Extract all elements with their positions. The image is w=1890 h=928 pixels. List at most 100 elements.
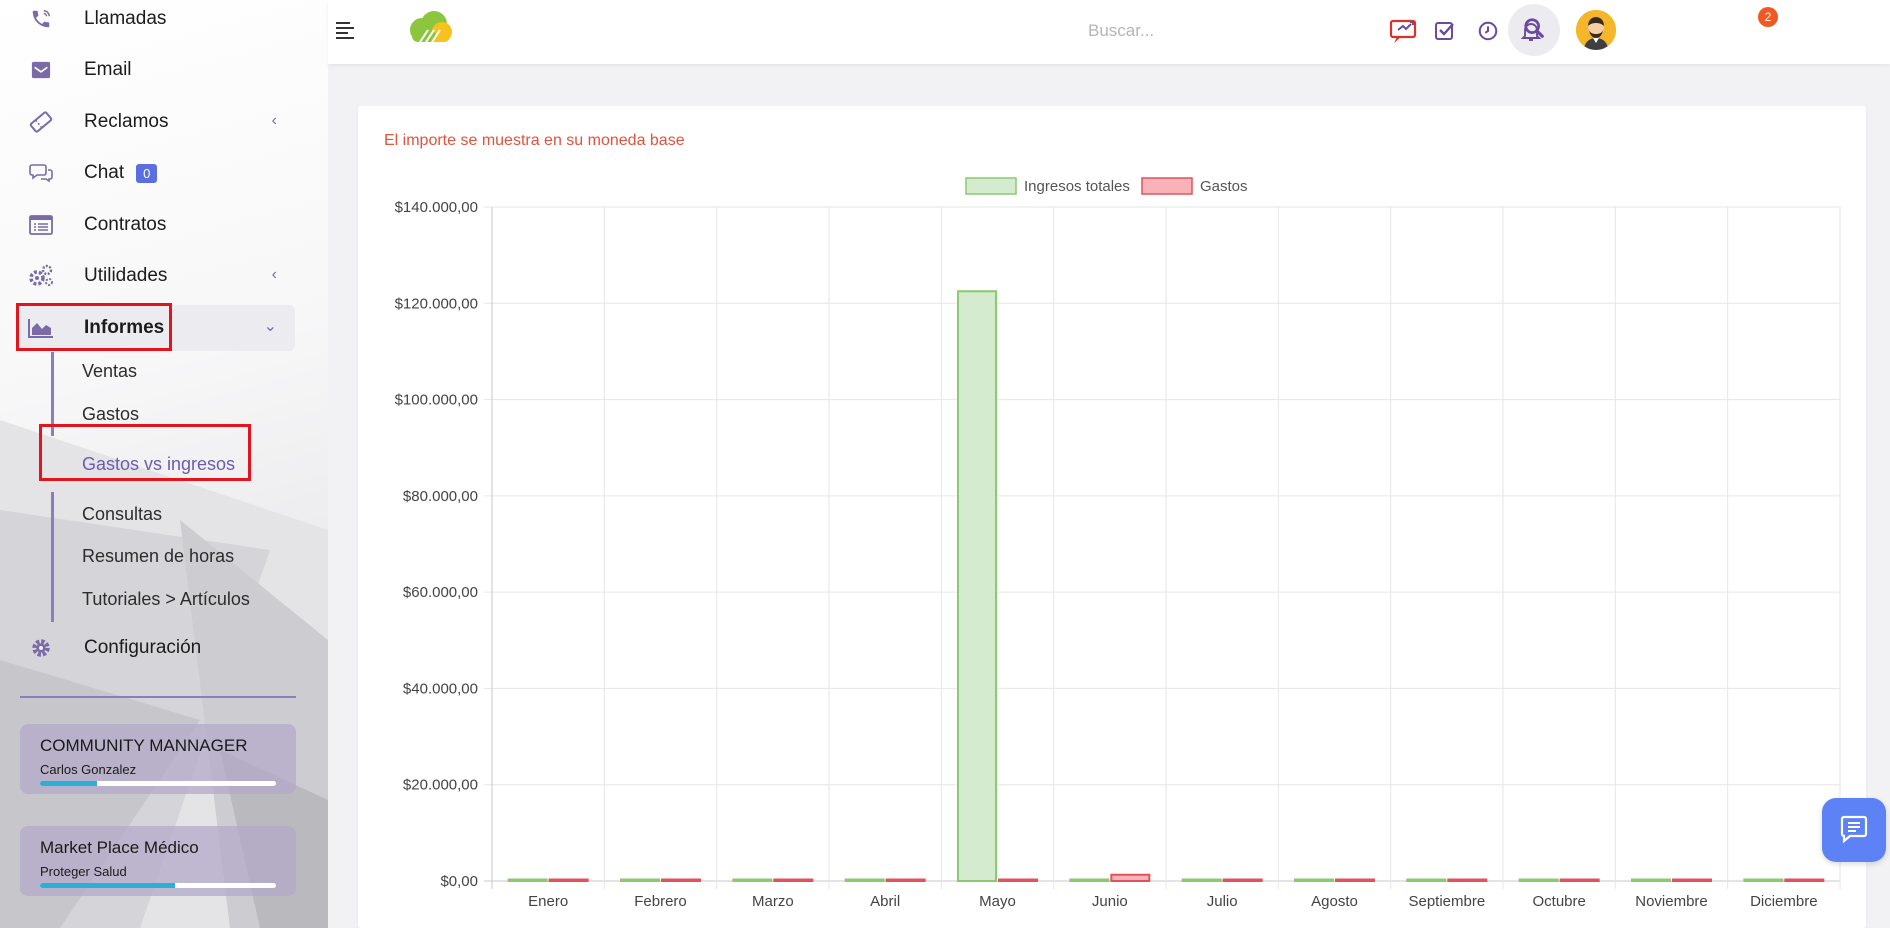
sidebar-item-label: Reclamos: [84, 111, 169, 132]
bar-ingresos: [1518, 878, 1559, 882]
x-tick-label: Junio: [1092, 893, 1128, 910]
bar-gastos: [1222, 878, 1263, 882]
sidebar-item-reclamos[interactable]: Reclamos ‹: [20, 99, 295, 145]
bar-ingresos: [620, 878, 660, 882]
envelope-icon: [20, 47, 62, 93]
bar-gastos: [773, 878, 814, 882]
bar-gastos: [1672, 878, 1712, 882]
x-tick-label: Enero: [528, 893, 568, 910]
bar-ingresos: [732, 878, 773, 882]
bar-ingresos: [1294, 878, 1334, 882]
y-tick-label: $20.000,00: [403, 777, 478, 794]
submenu-item-resumen-de-horas[interactable]: Resumen de horas: [82, 546, 234, 567]
bar-ingresos: [1181, 878, 1222, 882]
project-progress-bar: [40, 883, 276, 888]
project-card[interactable]: Market Place Médico Proteger Salud: [20, 826, 296, 896]
submenu-item-tutoriales-articulos[interactable]: Tutoriales > Artículos: [82, 589, 250, 610]
y-tick-label: $140.000,00: [395, 199, 478, 216]
sidebar-item-label: Llamadas: [84, 8, 167, 29]
sidebar-divider: [20, 696, 296, 698]
y-tick-label: $60.000,00: [403, 584, 478, 601]
menu-toggle-icon[interactable]: [336, 22, 354, 39]
legend-label: Ingresos totales: [1024, 178, 1130, 195]
sidebar-item-label: Utilidades: [84, 265, 168, 286]
x-tick-label: Noviembre: [1635, 893, 1708, 910]
gear-icon: [20, 625, 62, 671]
submenu-item-gastos-vs-ingresos[interactable]: Gastos vs ingresos: [82, 454, 235, 475]
bar-ingresos: [1406, 878, 1447, 882]
sidebar-item-label: Configuración: [84, 637, 202, 658]
chat-widget-button[interactable]: [1822, 798, 1886, 862]
tasks-checkbox-icon[interactable]: [1428, 14, 1462, 48]
legend-swatch: [1141, 177, 1193, 195]
x-tick-label: Febrero: [634, 893, 687, 910]
sidebar-item-utilidades[interactable]: Utilidades ‹: [20, 253, 295, 299]
sidebar-item-label: Email: [84, 59, 132, 80]
bar-ingresos: [1631, 878, 1671, 882]
bar-gastos: [1559, 878, 1600, 882]
chevron-left-icon: ‹: [271, 266, 277, 283]
brand-logo[interactable]: [404, 8, 458, 48]
chat-bubbles-icon: [20, 150, 62, 196]
x-tick-label: Marzo: [752, 893, 794, 910]
bar-ingresos: [844, 878, 885, 882]
x-tick-label: Septiembre: [1408, 893, 1485, 910]
sidebar-item-label: Chat: [84, 162, 125, 183]
bar-ingresos: [1069, 878, 1110, 882]
clock-icon[interactable]: [1471, 14, 1505, 48]
bar-gastos: [661, 878, 701, 882]
sidebar-item-email[interactable]: Email: [20, 47, 295, 93]
sidebar-item-chat[interactable]: Chat 0: [20, 150, 295, 196]
y-tick-label: $100.000,00: [395, 392, 478, 409]
sidebar-item-informes[interactable]: Informes ⌄: [20, 305, 295, 351]
y-tick-label: $0,00: [440, 873, 478, 890]
contract-list-icon: [20, 202, 62, 248]
submenu-item-gastos[interactable]: Gastos: [82, 404, 139, 425]
y-tick-label: $40.000,00: [403, 680, 478, 697]
gears-icon: [20, 253, 62, 299]
bar-ingresos: [957, 290, 997, 882]
y-tick-label: $80.000,00: [403, 488, 478, 505]
project-card-title: Market Place Médico: [40, 838, 199, 857]
project-card-subtitle: Proteger Salud: [40, 864, 127, 879]
chevron-left-icon: ‹: [271, 112, 277, 129]
area-chart-icon: [20, 305, 62, 351]
bar-gastos: [1110, 873, 1151, 883]
sidebar-item-contratos[interactable]: Contratos: [20, 202, 295, 248]
submenu-item-consultas[interactable]: Consultas: [82, 504, 162, 525]
bar-ingresos: [507, 878, 548, 882]
bar-gastos: [885, 878, 926, 882]
avatar[interactable]: [1576, 10, 1616, 50]
tasks-badge: 2: [1758, 7, 1778, 27]
project-card[interactable]: COMMUNITY MANNAGER Carlos Gonzalez: [20, 724, 296, 794]
legend-swatch: [965, 177, 1017, 195]
bar-gastos: [548, 878, 589, 882]
sidebar-item-configuracion[interactable]: Configuración: [20, 625, 295, 671]
bell-icon[interactable]: [1514, 14, 1548, 48]
bar-ingresos: [1743, 878, 1784, 882]
sidebar-item-label: Contratos: [84, 214, 167, 235]
x-tick-label: Julio: [1207, 893, 1238, 910]
y-tick-label: $120.000,00: [395, 295, 478, 312]
income-vs-expense-chart: $0,00 $20.000,00 $40.000,00 $60.000,00 $80.0…: [395, 177, 1841, 910]
submenu-item-ventas[interactable]: Ventas: [82, 361, 137, 382]
chat-icon: [1838, 812, 1870, 849]
submenu-line: [51, 352, 54, 436]
x-tick-label: Abril: [870, 893, 900, 910]
bar-gastos: [1447, 878, 1488, 882]
bar-gastos: [1335, 878, 1375, 882]
project-progress-bar: [40, 781, 276, 786]
sidebar: Llamadas Email Reclamos ‹ Chat 0 Contrat…: [0, 0, 328, 928]
projects-icon[interactable]: [1386, 14, 1420, 48]
x-tick-label: Agosto: [1311, 893, 1358, 910]
top-bar: 2: [328, 0, 1890, 64]
bar-gastos: [998, 878, 1038, 882]
chevron-down-icon: ⌄: [263, 318, 277, 335]
x-tick-label: Mayo: [979, 893, 1016, 910]
sidebar-item-llamadas[interactable]: Llamadas: [20, 0, 295, 42]
project-progress-fill: [40, 781, 97, 786]
chat-count-badge: 0: [136, 163, 158, 183]
x-tick-label: Octubre: [1532, 893, 1585, 910]
project-progress-fill: [40, 883, 175, 888]
phone-icon: [20, 0, 62, 42]
